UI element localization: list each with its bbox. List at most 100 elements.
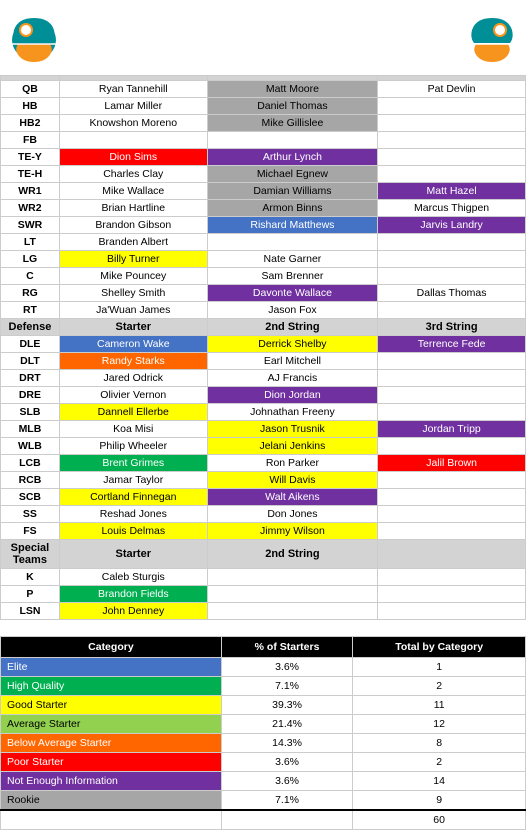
- position-cell: DRE: [1, 387, 60, 404]
- position-cell: TE-H: [1, 166, 60, 183]
- second-string-cell: AJ Francis: [207, 370, 378, 387]
- position-cell: LG: [1, 251, 60, 268]
- second-string-cell: Matt Moore: [207, 81, 378, 98]
- starter-cell: Brandon Fields: [59, 586, 207, 603]
- special-teams-header-row: Special TeamsStarter2nd String: [1, 540, 526, 569]
- position-cell: C: [1, 268, 60, 285]
- starter-cell: Jamar Taylor: [59, 472, 207, 489]
- starter-cell: Mike Wallace: [59, 183, 207, 200]
- third-string-cell: [378, 132, 526, 149]
- third-string-cell: Terrence Fede: [378, 336, 526, 353]
- stats-row: High Quality7.1%2: [1, 677, 526, 696]
- stats-category: [1, 810, 222, 830]
- third-string-cell: [378, 115, 526, 132]
- table-row: MLBKoa MisiJason TrusnikJordan Tripp: [1, 421, 526, 438]
- second-string-cell: Davonte Wallace: [207, 285, 378, 302]
- third-string-cell: [378, 472, 526, 489]
- third-string-cell: [378, 302, 526, 319]
- third-string-cell: Dallas Thomas: [378, 285, 526, 302]
- second-string-cell: Don Jones: [207, 506, 378, 523]
- second-string-cell: [207, 569, 378, 586]
- third-string-cell: Jordan Tripp: [378, 421, 526, 438]
- position-cell: HB2: [1, 115, 60, 132]
- third-string-cell: Jalil Brown: [378, 455, 526, 472]
- blank-cell: [378, 569, 526, 586]
- table-row: WR2Brian HartlineArmon BinnsMarcus Thigp…: [1, 200, 526, 217]
- table-row: KCaleb Sturgis: [1, 569, 526, 586]
- stats-total: 8: [353, 734, 526, 753]
- table-row: SLBDannell EllerbeJohnathan Freeny: [1, 404, 526, 421]
- stats-column-header: Total by Category: [353, 637, 526, 658]
- stats-row: Below Average Starter14.3%8: [1, 734, 526, 753]
- table-row: QBRyan TannehillMatt MoorePat Devlin: [1, 81, 526, 98]
- special-teams-label: Special Teams: [1, 540, 60, 569]
- starter-cell: Shelley Smith: [59, 285, 207, 302]
- table-row: SSReshad JonesDon Jones: [1, 506, 526, 523]
- second-string-cell: Jason Fox: [207, 302, 378, 319]
- position-cell: WLB: [1, 438, 60, 455]
- second-string-cell: Sam Brenner: [207, 268, 378, 285]
- second-string-cell: [207, 603, 378, 620]
- position-cell: DRT: [1, 370, 60, 387]
- third-string-cell: [378, 149, 526, 166]
- second-string-cell: [207, 234, 378, 251]
- position-cell: SS: [1, 506, 60, 523]
- starter-cell: Randy Starks: [59, 353, 207, 370]
- starter-cell: Cortland Finnegan: [59, 489, 207, 506]
- stats-total: 60: [353, 810, 526, 830]
- second-string-cell: Jason Trusnik: [207, 421, 378, 438]
- second-string-cell: Jelani Jenkins: [207, 438, 378, 455]
- stats-total: 12: [353, 715, 526, 734]
- section-header-cell: 2nd String: [207, 319, 378, 336]
- second-string-cell: Arthur Lynch: [207, 149, 378, 166]
- position-cell: FB: [1, 132, 60, 149]
- position-cell: QB: [1, 81, 60, 98]
- third-string-cell: [378, 98, 526, 115]
- table-row: HB2Knowshon MorenoMike Gillislee: [1, 115, 526, 132]
- stats-category: Elite: [1, 658, 222, 677]
- stats-category: Average Starter: [1, 715, 222, 734]
- helmet-right: [462, 8, 522, 71]
- second-string-cell: Johnathan Freeny: [207, 404, 378, 421]
- blank-cell: [378, 586, 526, 603]
- second-string-cell: [207, 586, 378, 603]
- helmet-left: [4, 8, 64, 71]
- stats-column-header: % of Starters: [221, 637, 352, 658]
- second-string-cell: Nate Garner: [207, 251, 378, 268]
- stats-category: Rookie: [1, 791, 222, 811]
- special-second-header: 2nd String: [207, 540, 378, 569]
- table-row: RTJa'Wuan JamesJason Fox: [1, 302, 526, 319]
- stats-row: 60: [1, 810, 526, 830]
- table-row: SCBCortland FinneganWalt Aikens: [1, 489, 526, 506]
- position-cell: RT: [1, 302, 60, 319]
- stats-row: Average Starter21.4%12: [1, 715, 526, 734]
- table-row: PBrandon Fields: [1, 586, 526, 603]
- starter-cell: Caleb Sturgis: [59, 569, 207, 586]
- starter-cell: Reshad Jones: [59, 506, 207, 523]
- position-cell: RG: [1, 285, 60, 302]
- third-string-cell: Matt Hazel: [378, 183, 526, 200]
- table-row: FSLouis DelmasJimmy Wilson: [1, 523, 526, 540]
- stats-pct: 21.4%: [221, 715, 352, 734]
- position-cell: DLE: [1, 336, 60, 353]
- special-blank-header: [378, 540, 526, 569]
- position-cell: HB: [1, 98, 60, 115]
- stats-pct: [221, 810, 352, 830]
- stats-section: Category% of StartersTotal by CategoryEl…: [0, 636, 526, 830]
- second-string-cell: Earl Mitchell: [207, 353, 378, 370]
- third-string-cell: [378, 506, 526, 523]
- starter-cell: Lamar Miller: [59, 98, 207, 115]
- starter-cell: Billy Turner: [59, 251, 207, 268]
- starter-cell: Dion Sims: [59, 149, 207, 166]
- table-row: DREOlivier VernonDion Jordan: [1, 387, 526, 404]
- second-string-cell: Will Davis: [207, 472, 378, 489]
- position-cell: MLB: [1, 421, 60, 438]
- third-string-cell: Marcus Thigpen: [378, 200, 526, 217]
- stats-row: Rookie7.1%9: [1, 791, 526, 811]
- starter-cell: Cameron Wake: [59, 336, 207, 353]
- stats-category: High Quality: [1, 677, 222, 696]
- third-string-cell: [378, 523, 526, 540]
- second-string-cell: [207, 132, 378, 149]
- table-row: WR1Mike WallaceDamian WilliamsMatt Hazel: [1, 183, 526, 200]
- table-row: HBLamar MillerDaniel Thomas: [1, 98, 526, 115]
